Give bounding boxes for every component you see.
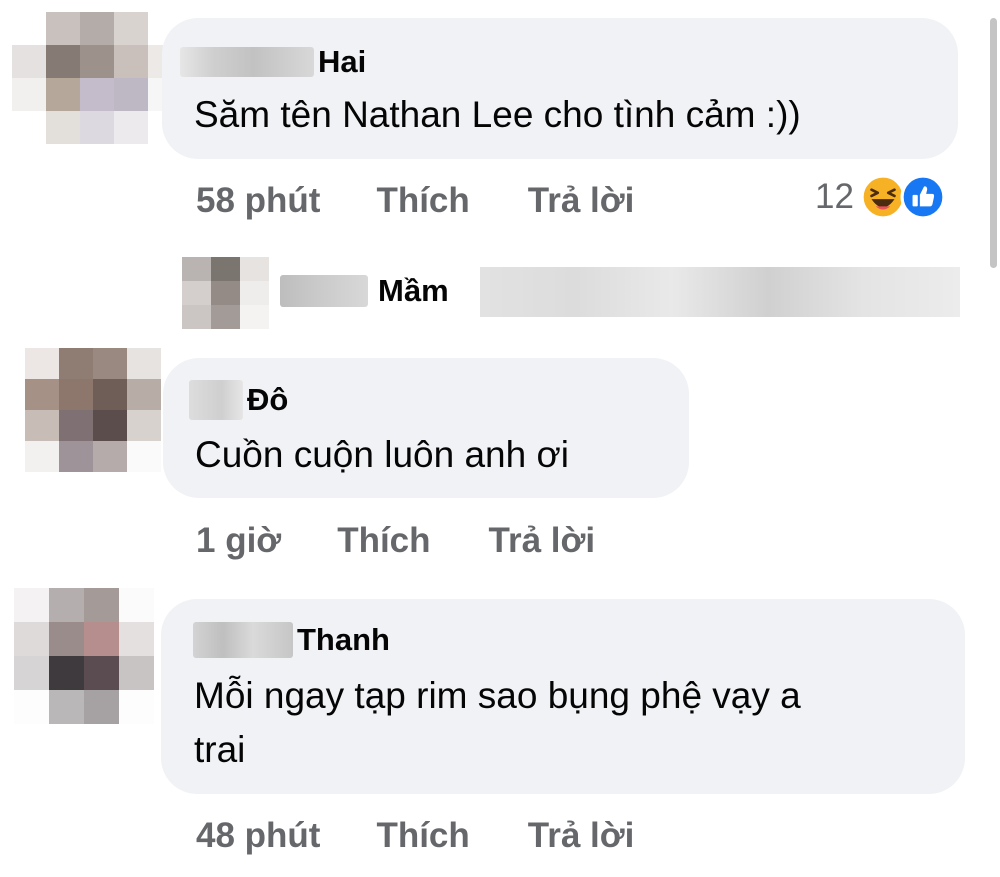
blurred-name bbox=[193, 622, 293, 658]
blurred-reply-text bbox=[480, 267, 960, 317]
blurred-name bbox=[189, 380, 243, 420]
reply-button[interactable]: Trả lời bbox=[528, 816, 635, 856]
comments-thread: Hai Săm tên Nathan Lee cho tình cảm :)) … bbox=[0, 0, 1000, 877]
like-button[interactable]: Thích bbox=[337, 521, 430, 561]
reply-button[interactable]: Trả lời bbox=[528, 181, 635, 221]
avatar[interactable] bbox=[14, 588, 154, 724]
comment-author[interactable]: Hai bbox=[318, 42, 366, 82]
like-icon bbox=[900, 174, 946, 220]
reply-preview[interactable]: Mầm bbox=[182, 257, 962, 329]
avatar[interactable] bbox=[12, 12, 182, 144]
comment-text: Cuồn cuộn luôn anh ơi bbox=[195, 434, 569, 475]
like-button[interactable]: Thích bbox=[376, 816, 469, 856]
comment-author-row[interactable]: Thanh bbox=[193, 620, 390, 660]
blurred-name bbox=[280, 275, 368, 307]
comment-time[interactable]: 48 phút bbox=[196, 816, 320, 856]
scrollbar-thumb[interactable] bbox=[990, 18, 997, 268]
blurred-name bbox=[180, 47, 314, 77]
comment-author-row[interactable]: Hai bbox=[180, 42, 366, 82]
reaction-count: 12 bbox=[815, 177, 854, 216]
comment-actions: 58 phút Thích Trả lời bbox=[196, 178, 634, 224]
reply-author[interactable]: Mầm bbox=[378, 271, 449, 311]
reaction-summary[interactable]: 12 bbox=[815, 174, 946, 220]
comment-author[interactable]: Đô bbox=[247, 380, 288, 420]
comment-text-line-2: trai bbox=[194, 729, 246, 770]
comment-author[interactable]: Thanh bbox=[297, 620, 390, 660]
avatar[interactable] bbox=[25, 348, 161, 472]
reply-button[interactable]: Trả lời bbox=[489, 521, 596, 561]
comment-text-line-1: Mỗi ngay tạp rim sao bụng phệ vạy a bbox=[194, 675, 801, 716]
avatar bbox=[182, 257, 269, 329]
scrollbar[interactable] bbox=[986, 0, 1000, 877]
like-button[interactable]: Thích bbox=[376, 181, 469, 221]
comment-author-row[interactable]: Đô bbox=[189, 380, 288, 420]
comment-actions: 48 phút Thích Trả lời bbox=[196, 813, 634, 859]
comment-text: Săm tên Nathan Lee cho tình cảm :)) bbox=[194, 94, 801, 135]
comment-actions: 1 giờ Thích Trả lời bbox=[196, 518, 595, 564]
comment-time[interactable]: 1 giờ bbox=[196, 521, 281, 561]
comment-time[interactable]: 58 phút bbox=[196, 181, 320, 221]
